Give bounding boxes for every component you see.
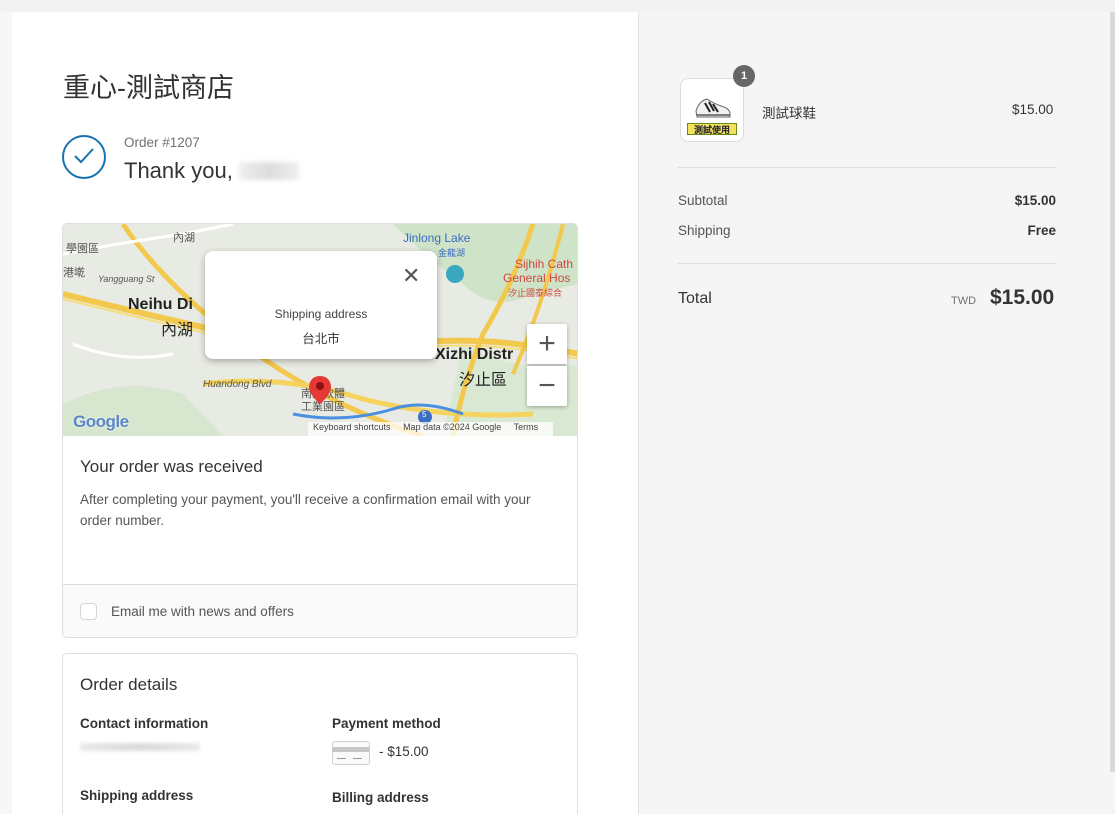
zoom-in-button[interactable]: +: [527, 324, 567, 364]
quantity-badge: 1: [733, 65, 755, 87]
order-details-card: Order details Contact information Paymen…: [62, 653, 578, 814]
checkmark-icon: [62, 135, 106, 179]
keyboard-shortcuts-link[interactable]: Keyboard shortcuts: [313, 422, 391, 432]
order-number: Order #1207: [124, 135, 200, 150]
map-label: Huandong Blvd: [203, 379, 272, 390]
payment-amount: - $15.00: [379, 744, 429, 759]
divider: [678, 167, 1056, 168]
scrollbar[interactable]: [1110, 12, 1115, 772]
close-icon[interactable]: ✕: [402, 263, 420, 289]
shoe-image: [695, 98, 731, 118]
map-label: Sijhih Cath: [515, 257, 574, 271]
map-label: 汐止國泰綜合: [508, 288, 563, 298]
subtotal-value: $15.00: [1014, 193, 1056, 208]
product-name: 測試球鞋: [762, 106, 816, 121]
total-value: $15.00: [990, 286, 1055, 309]
map-label: 學園區: [66, 243, 99, 255]
contact-email-redacted: [80, 743, 200, 751]
map-label: 內湖: [161, 322, 194, 339]
order-received-title: Your order was received: [80, 457, 263, 476]
terms-link[interactable]: Terms: [514, 422, 539, 432]
map-label: 內湖: [173, 232, 195, 244]
thank-you-text: Thank you,: [124, 158, 233, 183]
order-details-title: Order details: [80, 675, 178, 694]
zoom-out-button[interactable]: −: [527, 366, 567, 406]
shipping-map[interactable]: 內湖 學園區 港墘 Yangguang St Neihu Di 內湖 Jinlo…: [63, 224, 577, 436]
contact-info-heading: Contact information: [80, 716, 209, 731]
shipping-label: Shipping: [678, 223, 731, 238]
email-opt-in-checkbox[interactable]: [80, 603, 97, 620]
total-label: Total: [678, 290, 712, 307]
map-pin-icon[interactable]: [309, 376, 331, 404]
map-label: 金龍湖: [438, 248, 466, 258]
divider: [678, 263, 1056, 264]
customer-name-redacted: [238, 162, 299, 180]
subtotal-label: Subtotal: [678, 193, 728, 208]
map-label: 港墘: [63, 267, 85, 279]
order-status-card: 內湖 學園區 港墘 Yangguang St Neihu Di 內湖 Jinlo…: [62, 223, 578, 638]
thank-you-heading: Thank you,: [124, 158, 299, 184]
payment-method-heading: Payment method: [332, 716, 441, 731]
order-received-text: After completing your payment, you'll re…: [80, 492, 531, 528]
popup-title: Shipping address: [274, 307, 368, 321]
credit-card-icon: [332, 741, 370, 765]
map-data-text: Map data ©2024 Google: [403, 422, 502, 432]
product-thumbnail: 測試使用: [680, 78, 744, 142]
product-price: $15.00: [1012, 102, 1054, 117]
product-tag: 測試使用: [687, 123, 737, 135]
map-label: Jinlong Lake: [403, 231, 471, 245]
email-opt-in-row[interactable]: Email me with news and offers: [63, 584, 577, 637]
map-label: General Hos: [503, 271, 571, 285]
email-opt-in-label[interactable]: Email me with news and offers: [111, 604, 294, 619]
shipping-address-popup: ✕ Shipping address 台北市: [205, 251, 437, 359]
window-top-bar: [0, 0, 1115, 12]
shipping-value: Free: [1027, 223, 1056, 238]
google-logo[interactable]: Google: [73, 412, 129, 432]
shipping-address-heading: Shipping address: [80, 788, 194, 803]
popup-city: 台北市: [302, 332, 340, 346]
map-attribution: Keyboard shortcuts Map data ©2024 Google…: [308, 422, 554, 436]
map-label: Yangguang St: [98, 274, 155, 284]
currency-code: TWD: [951, 295, 977, 307]
map-label: Xizhi Distr: [435, 346, 514, 363]
left-edge: [0, 12, 12, 814]
map-label: 汐止區: [459, 372, 508, 389]
store-title[interactable]: 重心-測試商店: [63, 66, 234, 105]
billing-address-heading: Billing address: [332, 790, 429, 805]
map-label: Neihu Di: [128, 296, 193, 313]
map-label: 5: [422, 410, 427, 419]
